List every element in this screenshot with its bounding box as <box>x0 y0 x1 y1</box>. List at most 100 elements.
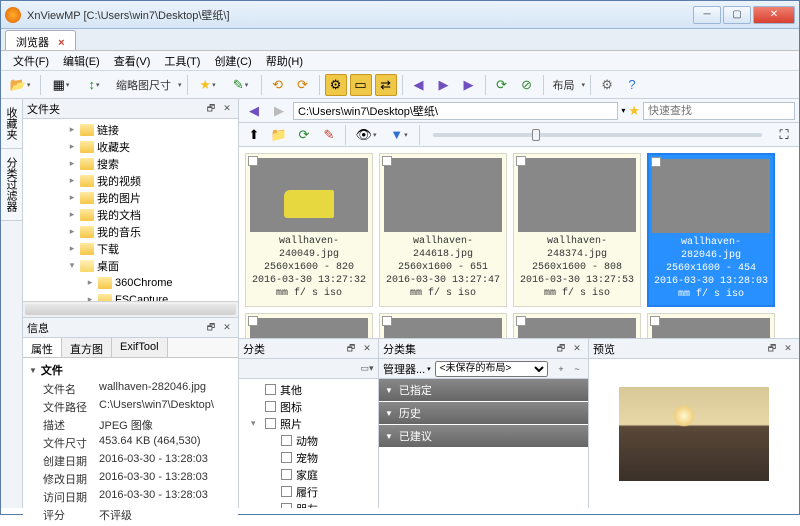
sort-button[interactable]: ↕▾ <box>79 74 109 96</box>
category-node[interactable]: 宠物 <box>241 449 376 466</box>
show-button[interactable]: 👁▾ <box>351 124 381 146</box>
info-section[interactable]: ▼文件 <box>25 360 236 380</box>
catset-layout-select[interactable]: <未保存的布局> <box>435 361 548 377</box>
catset-history[interactable]: ▼历史 <box>379 402 588 424</box>
panel-float-icon[interactable]: 🗗 <box>765 342 779 356</box>
category-node[interactable]: 图标 <box>241 398 376 415</box>
thumb-checkbox[interactable] <box>248 156 258 166</box>
thumb-checkbox[interactable] <box>516 156 526 166</box>
menu-help[interactable]: 帮助(H) <box>260 51 309 71</box>
menu-tools[interactable]: 工具(T) <box>158 51 206 71</box>
category-checkbox[interactable] <box>281 486 292 497</box>
tree-node[interactable]: ▸360Chrome <box>23 274 238 291</box>
thumb-size-slider[interactable] <box>433 133 762 137</box>
catset-suggest[interactable]: ▼已建议 <box>379 425 588 447</box>
tree-node[interactable]: ▸下载 <box>23 240 238 257</box>
tree-node[interactable]: ▸我的音乐 <box>23 223 238 240</box>
category-tree[interactable]: 其他图标▾照片动物宠物家庭履行朋友 <box>239 379 378 508</box>
infotab-properties[interactable]: 属性 <box>23 338 62 357</box>
convert-button[interactable]: ⚙ <box>325 74 347 96</box>
path-forward-button[interactable]: ▶ <box>268 100 290 122</box>
category-checkbox[interactable] <box>281 503 292 508</box>
favorite-button[interactable]: ★▾ <box>193 74 223 96</box>
rating-button[interactable]: ✎▾ <box>226 74 256 96</box>
tree-node[interactable]: ▸链接 <box>23 121 238 138</box>
batch-button[interactable]: ▭ <box>350 74 372 96</box>
edit-button[interactable]: ✎ <box>318 124 340 146</box>
fullscreen-button[interactable]: ⛶ <box>773 124 795 146</box>
help-button[interactable]: ? <box>621 74 643 96</box>
category-node[interactable]: 朋友 <box>241 500 376 508</box>
panel-menu-icon[interactable]: ▭▾ <box>360 362 374 376</box>
tab-browser[interactable]: 浏览器 × <box>5 30 76 50</box>
tree-node[interactable]: ▾桌面 <box>23 257 238 274</box>
nav-home-button[interactable]: 📁 <box>268 124 290 146</box>
menu-file[interactable]: 文件(F) <box>7 51 55 71</box>
category-node[interactable]: ▾照片 <box>241 415 376 432</box>
thumbnail[interactable] <box>379 313 507 338</box>
panel-close-icon[interactable]: ✕ <box>781 342 795 356</box>
sidetab-favorites[interactable]: 收藏夹 <box>1 99 22 149</box>
thumbnail[interactable]: wallhaven-244618.jpg2560x1600 - 6512016-… <box>379 153 507 307</box>
minimize-button[interactable]: ─ <box>693 6 721 24</box>
panel-close-icon[interactable]: ✕ <box>220 102 234 116</box>
tree-node[interactable]: ▸搜索 <box>23 155 238 172</box>
category-node[interactable]: 其他 <box>241 381 376 398</box>
thumbnail[interactable]: wallhaven-240049.jpg2560x1600 - 8202016-… <box>245 153 373 307</box>
export-button[interactable]: ⇄ <box>375 74 397 96</box>
tree-node[interactable]: ▸我的文档 <box>23 206 238 223</box>
category-checkbox[interactable] <box>281 435 292 446</box>
rotate-left-button[interactable]: ⟲ <box>267 74 289 96</box>
thumb-checkbox[interactable] <box>382 156 392 166</box>
tree-node[interactable]: ▸我的图片 <box>23 189 238 206</box>
thumbnail-grid[interactable]: wallhaven-240049.jpg2560x1600 - 8202016-… <box>239 147 799 338</box>
path-input[interactable] <box>293 102 618 120</box>
filter-button[interactable]: ▼▾ <box>384 124 414 146</box>
catset-manager-label[interactable]: 管理器... <box>383 361 425 377</box>
thumbnail[interactable]: wallhaven-282046.jpg2560x1600 - 4542016-… <box>647 153 775 307</box>
tree-node[interactable]: ▸收藏夹 <box>23 138 238 155</box>
category-node[interactable]: 家庭 <box>241 466 376 483</box>
maximize-button[interactable]: ▢ <box>723 6 751 24</box>
open-button[interactable]: 📂▾ <box>5 74 35 96</box>
catset-add-icon[interactable]: + <box>554 362 568 376</box>
tree-node[interactable]: ▸我的视频 <box>23 172 238 189</box>
settings-button[interactable]: ⚙ <box>596 74 618 96</box>
category-checkbox[interactable] <box>265 418 276 429</box>
panel-float-icon[interactable]: 🗗 <box>204 321 218 335</box>
nav-up-button[interactable]: ⬆ <box>243 124 265 146</box>
thumbnail[interactable] <box>513 313 641 338</box>
nav-refresh-button[interactable]: ⟳ <box>293 124 315 146</box>
thumbnail[interactable] <box>245 313 373 338</box>
menu-edit[interactable]: 编辑(E) <box>57 51 106 71</box>
thumb-checkbox[interactable] <box>651 157 661 167</box>
panel-close-icon[interactable]: ✕ <box>360 342 374 356</box>
panel-float-icon[interactable]: 🗗 <box>554 342 568 356</box>
close-button[interactable]: ✕ <box>753 6 795 24</box>
category-checkbox[interactable] <box>265 401 276 412</box>
search-input[interactable] <box>643 102 795 120</box>
rotate-right-button[interactable]: ⟳ <box>292 74 314 96</box>
up-button[interactable]: ▶ <box>458 74 480 96</box>
category-node[interactable]: 履行 <box>241 483 376 500</box>
panel-close-icon[interactable]: ✕ <box>220 321 234 335</box>
catset-remove-icon[interactable]: ~ <box>570 362 584 376</box>
panel-float-icon[interactable]: 🗗 <box>344 342 358 356</box>
infotab-histogram[interactable]: 直方图 <box>62 338 112 357</box>
stop-button[interactable]: ⊘ <box>516 74 538 96</box>
panel-close-icon[interactable]: ✕ <box>570 342 584 356</box>
thumbnail[interactable] <box>647 313 775 338</box>
back-button[interactable]: ◀ <box>408 74 430 96</box>
category-checkbox[interactable] <box>281 469 292 480</box>
menu-view[interactable]: 查看(V) <box>108 51 157 71</box>
path-back-button[interactable]: ◀ <box>243 100 265 122</box>
category-checkbox[interactable] <box>281 452 292 463</box>
category-checkbox[interactable] <box>265 384 276 395</box>
category-node[interactable]: 动物 <box>241 432 376 449</box>
view-mode-button[interactable]: ▦▾ <box>46 74 76 96</box>
catset-assigned[interactable]: ▼已指定 <box>379 379 588 401</box>
tab-close-icon[interactable]: × <box>58 37 64 49</box>
forward-button[interactable]: ▶ <box>433 74 455 96</box>
refresh-button[interactable]: ⟳ <box>491 74 513 96</box>
folder-tree[interactable]: ▸链接▸收藏夹▸搜索▸我的视频▸我的图片▸我的文档▸我的音乐▸下载▾桌面▸360… <box>23 119 238 301</box>
